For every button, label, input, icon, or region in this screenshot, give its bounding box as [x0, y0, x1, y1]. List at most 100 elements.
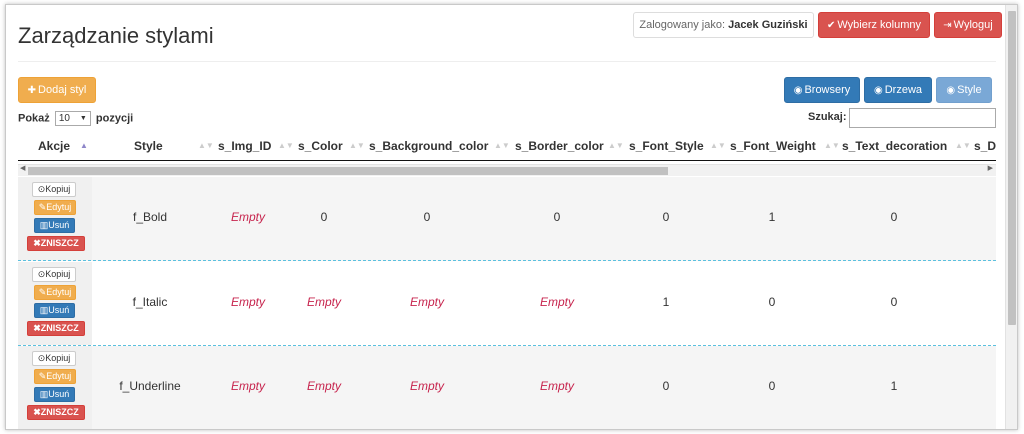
destroy-button[interactable]: ✖ZNISZCZ — [27, 321, 85, 336]
cell-background-color: Empty — [409, 295, 444, 309]
delete-button[interactable]: ▥Usuń — [34, 218, 75, 233]
delete-label: Usuń — [48, 220, 70, 230]
cell-border-color: Empty — [539, 379, 574, 393]
logged-in-info: Zalogowany jako: Jacek Guziński — [633, 12, 814, 38]
chevron-down-icon: ▼ — [79, 115, 87, 122]
browsers-button[interactable]: ◉ Browsery — [784, 77, 860, 103]
column-header-border-color[interactable]: s_Border_color — [515, 131, 604, 161]
close-icon: ✖ — [33, 238, 41, 248]
logout-label: Wyloguj — [953, 19, 993, 31]
logout-button[interactable]: ⇥ Wyloguj — [934, 12, 1002, 38]
search-input[interactable] — [849, 108, 996, 128]
copy-button[interactable]: ⊙Kopiuj — [32, 182, 76, 197]
browsers-label: Browsery — [804, 84, 851, 96]
cell-img-id: Empty — [230, 379, 265, 393]
page-length-select[interactable]: 10 ▼ — [54, 111, 91, 126]
choose-columns-button[interactable]: ✔ Wybierz kolumny — [818, 12, 930, 38]
scrollbar-thumb[interactable] — [28, 167, 668, 175]
sort-icon: ▲▼ — [824, 141, 840, 150]
trees-label: Drzewa — [884, 84, 923, 96]
column-header-background-color[interactable]: s_Background_color — [369, 131, 488, 161]
cell-font-style: 0 — [662, 210, 670, 224]
eye-icon: ◉ — [946, 85, 956, 96]
cell-font-weight: 1 — [768, 210, 776, 224]
cell-style: f_Underline — [119, 379, 181, 393]
actions-cell: ⊙Kopiuj ✎Edytuj ▥Usuń ✖ZNISZCZ — [18, 177, 92, 260]
logged-user-name: Jacek Guziński — [728, 19, 808, 31]
choose-columns-label: Wybierz kolumny — [837, 19, 922, 31]
delete-button[interactable]: ▥Usuń — [34, 387, 75, 402]
cell-text-decoration: 1 — [890, 379, 898, 393]
vertical-scrollbar[interactable] — [1005, 5, 1017, 429]
cell-font-style: 1 — [662, 295, 670, 309]
styles-button[interactable]: ◉ Style — [936, 77, 992, 103]
cell-font-weight: 0 — [768, 379, 776, 393]
column-header-akcje[interactable]: Akcje — [38, 131, 70, 161]
column-header-text-decoration[interactable]: s_Text_decoration — [842, 131, 947, 161]
delete-label: Usuń — [48, 305, 70, 315]
destroy-label: ZNISZCZ — [40, 323, 79, 333]
add-style-label: Dodaj styl — [38, 84, 87, 96]
logged-as-label: Zalogowany jako: — [639, 19, 726, 31]
sort-icon: ▲▼ — [608, 141, 624, 150]
trash-icon: ▥ — [39, 305, 49, 315]
copy-label: Kopiuj — [45, 353, 71, 363]
entries-label: pozycji — [95, 112, 134, 125]
column-header-s-d[interactable]: s_D — [974, 131, 996, 161]
destroy-button[interactable]: ✖ZNISZCZ — [27, 236, 85, 251]
delete-label: Usuń — [48, 389, 70, 399]
page-length-control: Pokaż 10 ▼ pozycji — [18, 111, 133, 126]
edit-label: Edytuj — [46, 287, 72, 297]
edit-label: Edytuj — [46, 371, 72, 381]
cell-color: Empty — [306, 379, 341, 393]
copy-label: Kopiuj — [45, 184, 71, 194]
cell-color: 0 — [320, 210, 328, 224]
edit-button[interactable]: ✎Edytuj — [34, 200, 76, 215]
copy-button[interactable]: ⊙Kopiuj — [32, 267, 76, 282]
edit-button[interactable]: ✎Edytuj — [34, 369, 76, 384]
cell-border-color: Empty — [539, 295, 574, 309]
header-divider — [18, 61, 996, 62]
sort-icon: ▲▼ — [349, 141, 365, 150]
cell-background-color: Empty — [409, 379, 444, 393]
scroll-right-icon[interactable]: ▶ — [988, 164, 993, 172]
scrollbar-thumb[interactable] — [1008, 11, 1016, 325]
column-header-font-style[interactable]: s_Font_Style — [629, 131, 704, 161]
column-header-font-weight[interactable]: s_Font_Weight — [730, 131, 816, 161]
cell-color: Empty — [306, 295, 341, 309]
cell-font-weight: 0 — [768, 295, 776, 309]
logout-icon: ⇥ — [943, 20, 952, 31]
actions-cell: ⊙Kopiuj ✎Edytuj ▥Usuń ✖ZNISZCZ — [18, 346, 92, 429]
copy-button[interactable]: ⊙Kopiuj — [32, 351, 76, 366]
trees-button[interactable]: ◉ Drzewa — [864, 77, 932, 103]
destroy-label: ZNISZCZ — [40, 238, 79, 248]
destroy-button[interactable]: ✖ZNISZCZ — [27, 405, 85, 420]
delete-button[interactable]: ▥Usuń — [34, 303, 75, 318]
destroy-label: ZNISZCZ — [40, 407, 79, 417]
trash-icon: ▥ — [39, 389, 49, 399]
sort-asc-icon: ▲ — [80, 141, 88, 150]
app-window: Zarządzanie stylami Zalogowany jako: Jac… — [5, 4, 1018, 430]
sort-icon: ▲▼ — [198, 141, 214, 150]
column-header-style[interactable]: Style — [134, 131, 163, 161]
check-circle-icon: ✔ — [826, 20, 836, 31]
cell-text-decoration: 0 — [890, 210, 898, 224]
show-label: Pokaż — [18, 112, 50, 125]
actions-cell: ⊙Kopiuj ✎Edytuj ▥Usuń ✖ZNISZCZ — [18, 262, 92, 345]
column-header-color[interactable]: s_Color — [298, 131, 343, 161]
page-length-value: 10 — [58, 113, 70, 124]
table-row: ⊙Kopiuj ✎Edytuj ▥Usuń ✖ZNISZCZ f_Italic … — [18, 262, 996, 346]
trash-icon: ▥ — [39, 220, 49, 230]
horizontal-scrollbar[interactable]: ◀ ▶ — [18, 164, 996, 176]
table-row: ⊙Kopiuj ✎Edytuj ▥Usuń ✖ZNISZCZ f_Bold Em… — [18, 177, 996, 261]
edit-label: Edytuj — [46, 202, 72, 212]
scroll-left-icon[interactable]: ◀ — [20, 164, 25, 172]
add-style-button[interactable]: ✚ Dodaj styl — [18, 77, 96, 103]
cell-img-id: Empty — [230, 210, 265, 224]
edit-button[interactable]: ✎Edytuj — [34, 285, 76, 300]
plus-icon: ✚ — [27, 85, 37, 96]
cell-style: f_Bold — [132, 210, 168, 224]
column-header-img-id[interactable]: s_Img_ID — [218, 131, 271, 161]
eye-icon: ◉ — [793, 85, 803, 96]
styles-label: Style — [957, 84, 982, 96]
